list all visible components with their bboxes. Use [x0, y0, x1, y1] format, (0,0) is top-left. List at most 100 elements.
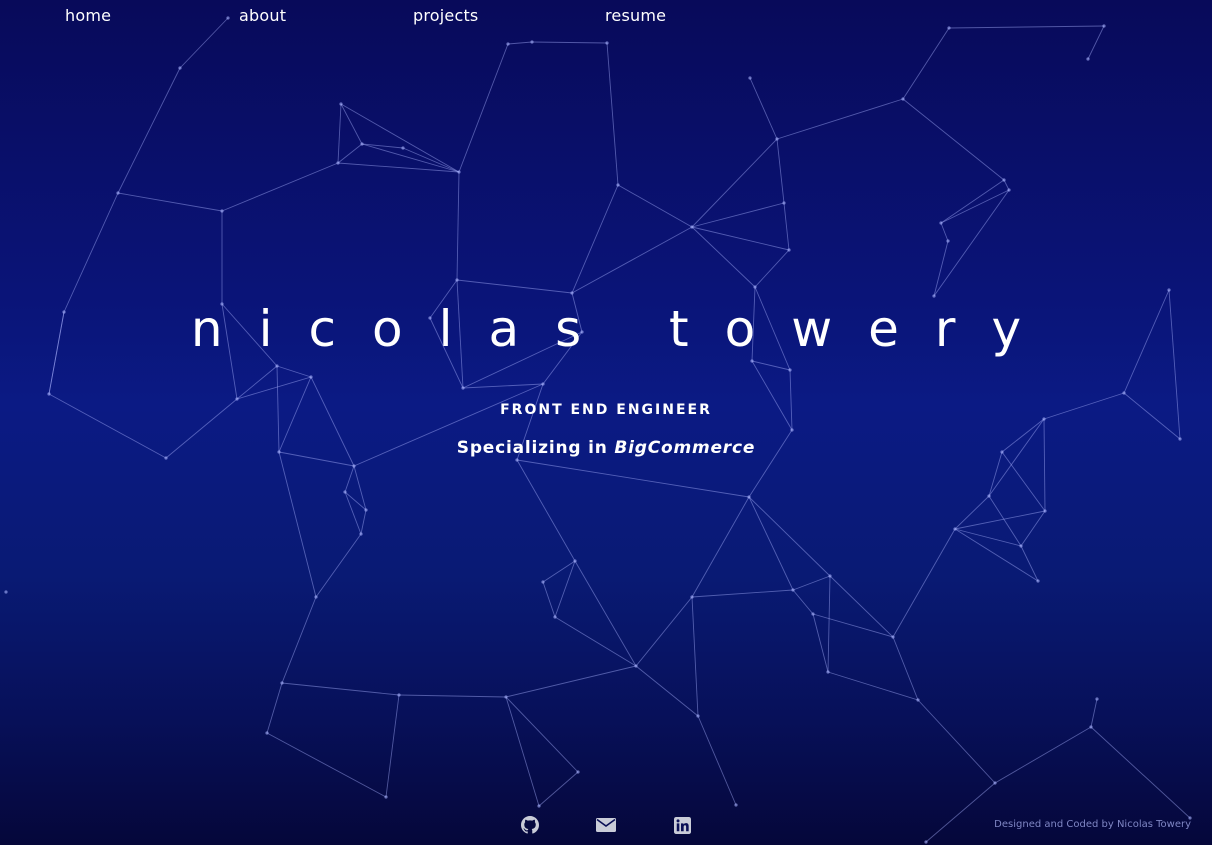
- network-line: [236, 365, 278, 400]
- network-node: [352, 464, 356, 468]
- network-line: [505, 696, 579, 773]
- network-node: [747, 495, 751, 499]
- network-line: [751, 360, 791, 371]
- network-node: [541, 580, 545, 584]
- network-line: [353, 465, 367, 511]
- network-line: [776, 98, 904, 140]
- network-line: [994, 726, 1092, 784]
- network-node: [1036, 579, 1040, 583]
- linkedin-icon: [673, 816, 691, 834]
- network-node: [696, 714, 700, 718]
- network-node: [530, 40, 534, 44]
- network-node: [336, 161, 340, 165]
- network-node: [924, 840, 928, 844]
- network-line: [507, 41, 533, 45]
- network-node: [461, 386, 465, 390]
- network-line: [925, 782, 996, 843]
- network-line: [276, 365, 312, 378]
- network-line: [635, 596, 693, 667]
- network-node: [455, 278, 459, 282]
- network-node: [788, 368, 792, 372]
- network-node: [504, 695, 508, 699]
- network-node: [553, 615, 557, 619]
- network-line: [691, 226, 790, 251]
- network-node: [787, 248, 791, 252]
- network-line: [574, 560, 637, 667]
- network-line: [827, 575, 831, 673]
- network-node: [993, 781, 997, 785]
- network-line: [940, 189, 1010, 224]
- network-line: [892, 528, 956, 638]
- nav-about-link[interactable]: about: [239, 6, 286, 25]
- network-node: [1095, 697, 1099, 701]
- network-line: [360, 509, 367, 535]
- network-line: [783, 202, 790, 251]
- specializing-prefix: Specializing in: [456, 438, 608, 458]
- network-node: [397, 693, 401, 697]
- network-line: [1003, 179, 1010, 191]
- nav-resume-link[interactable]: resume: [605, 6, 666, 25]
- network-line: [117, 67, 181, 194]
- network-line: [516, 459, 750, 498]
- network-line: [954, 528, 1022, 547]
- network-node: [339, 102, 343, 106]
- nav-home-link[interactable]: home: [65, 6, 111, 25]
- hero-role-subtitle: FRONT END ENGINEER: [500, 402, 712, 418]
- network-line: [617, 184, 693, 228]
- network-node: [360, 142, 364, 146]
- email-link[interactable]: [596, 815, 616, 835]
- network-line: [542, 560, 576, 583]
- network-node: [1167, 288, 1171, 292]
- network-line: [749, 77, 778, 140]
- network-node: [220, 209, 224, 213]
- network-node: [275, 364, 279, 368]
- network-node: [573, 559, 577, 563]
- network-line: [344, 465, 355, 493]
- network-node: [775, 137, 779, 141]
- network-line: [988, 451, 1003, 497]
- network-line: [117, 192, 223, 212]
- network-node: [359, 532, 363, 536]
- network-node: [314, 595, 318, 599]
- specializing-highlight: BigCommerce: [614, 438, 756, 458]
- network-line: [398, 694, 507, 698]
- network-line: [221, 162, 339, 212]
- network-node: [280, 681, 284, 685]
- network-line: [531, 41, 608, 44]
- network-node: [791, 588, 795, 592]
- network-line: [456, 279, 573, 294]
- footer-credit: Designed and Coded by Nicolas Towery: [994, 819, 1191, 830]
- network-node: [401, 146, 405, 150]
- mail-icon: [596, 818, 616, 832]
- network-node: [343, 490, 347, 494]
- network-node: [235, 397, 239, 401]
- network-line: [281, 682, 400, 696]
- network-line: [691, 202, 785, 228]
- linkedin-link[interactable]: [672, 815, 692, 835]
- network-line: [462, 383, 544, 389]
- network-line: [1090, 726, 1191, 819]
- network-node: [1086, 57, 1090, 61]
- network-node: [987, 494, 991, 498]
- network-line: [940, 179, 1005, 224]
- network-line: [63, 192, 119, 313]
- network-node: [953, 527, 957, 531]
- network-node: [116, 191, 120, 195]
- network-node: [265, 731, 269, 735]
- network-line: [337, 143, 363, 164]
- network-line: [1020, 510, 1046, 547]
- network-node: [1122, 391, 1126, 395]
- github-link[interactable]: [520, 815, 540, 835]
- network-node: [811, 612, 815, 616]
- network-line: [281, 596, 317, 684]
- network-node: [939, 221, 943, 225]
- network-node: [826, 670, 830, 674]
- network-node: [384, 795, 388, 799]
- network-node: [364, 508, 368, 512]
- nav-projects-link[interactable]: projects: [413, 6, 478, 25]
- network-line: [278, 451, 317, 598]
- network-node: [1019, 544, 1023, 548]
- network-node: [690, 225, 694, 229]
- network-line: [933, 240, 949, 297]
- network-line: [917, 699, 996, 784]
